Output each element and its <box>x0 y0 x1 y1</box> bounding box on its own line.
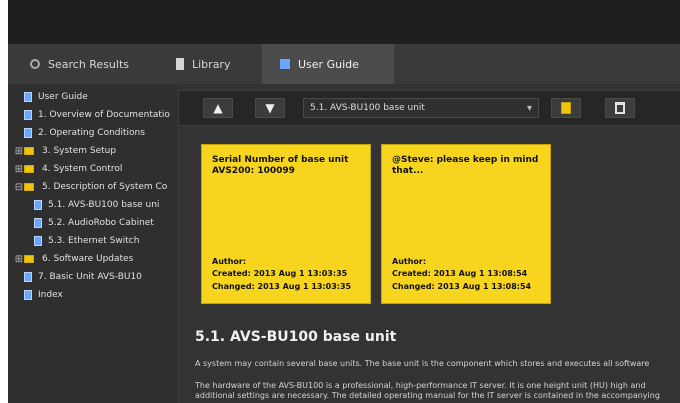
tree-item-label: 1. Overview of Documentatio <box>38 110 170 120</box>
note-created: Created: 2013 Aug 1 13:03:35 <box>212 269 348 279</box>
trash-icon <box>615 102 625 114</box>
tree-item-label: 5. Description of System Co <box>42 182 168 192</box>
tree-item-description-system[interactable]: ⊟ 5. Description of System Co <box>14 178 168 196</box>
tree-item-software-updates[interactable]: ⊞ 6. Software Updates <box>14 250 133 268</box>
tree-item-ethernet-switch[interactable]: 5.3. Ethernet Switch <box>34 232 139 250</box>
tree-item-label: User Guide <box>38 92 88 102</box>
note-author-label: Author: <box>392 256 427 266</box>
note-title: @Steve: please keep in mind that... <box>392 155 539 176</box>
document-icon <box>24 272 32 282</box>
main-content: ▲ ▼ 5.1. AVS-BU100 base unit ▾ Serial Nu… <box>179 84 680 403</box>
note-changed: Changed: 2013 Aug 1 13:03:35 <box>212 281 352 291</box>
bookmark-icon <box>561 102 571 114</box>
next-button[interactable]: ▼ <box>255 98 285 118</box>
document-icon <box>34 218 42 228</box>
tree-item-system-setup[interactable]: ⊞ 3. System Setup <box>14 142 116 160</box>
note-created: Created: 2013 Aug 1 13:08:54 <box>392 269 528 279</box>
document-icon <box>24 290 32 300</box>
tree-item-system-control[interactable]: ⊞ 4. System Control <box>14 160 123 178</box>
expand-icon[interactable]: ⊞ <box>14 254 24 265</box>
search-icon <box>30 59 40 69</box>
document-icon <box>24 92 32 102</box>
expand-icon[interactable]: ⊞ <box>14 146 24 157</box>
document-icon <box>24 128 32 138</box>
tree-item-overview[interactable]: 1. Overview of Documentatio <box>14 106 170 124</box>
note-author-label: Author: <box>212 256 247 266</box>
note-changed: Changed: 2013 Aug 1 13:08:54 <box>392 281 532 291</box>
tree-item-label: 2. Operating Conditions <box>38 128 145 138</box>
paragraph-3: additional settings are necessary. The d… <box>195 391 660 400</box>
tree-item-label: 5.2. AudioRobo Cabinet <box>48 218 154 228</box>
paragraph-2: The hardware of the AVS-BU100 is a profe… <box>195 381 646 390</box>
paragraph-1: A system may contain several base units.… <box>195 359 650 368</box>
tree-item-operating-conditions[interactable]: 2. Operating Conditions <box>14 124 145 142</box>
tree-item-index[interactable]: Index <box>14 286 63 304</box>
folder-icon <box>24 255 34 263</box>
chevron-down-icon: ▾ <box>526 103 532 114</box>
folder-icon <box>24 165 34 173</box>
document-icon <box>24 110 32 120</box>
note-meta: Author: Created: 2013 Aug 1 13:08:54 Cha… <box>392 256 531 293</box>
chapter-select[interactable]: 5.1. AVS-BU100 base unit ▾ <box>303 98 539 118</box>
tab-label: User Guide <box>298 57 359 71</box>
folder-icon <box>24 183 34 191</box>
tree-item-audiorobo-cabinet[interactable]: 5.2. AudioRobo Cabinet <box>34 214 154 232</box>
tree-item-label: 5.1. AVS-BU100 base uni <box>48 200 160 210</box>
tab-bar: Search Results Library User Guide <box>8 44 680 84</box>
tree-item-basic-unit[interactable]: 7. Basic Unit AVS-BU10 <box>14 268 142 286</box>
tree-item-label: 7. Basic Unit AVS-BU10 <box>38 272 142 282</box>
document-icon <box>34 236 42 246</box>
folder-icon <box>24 147 34 155</box>
tab-label: Search Results <box>48 57 130 71</box>
tree-item-label: 4. System Control <box>42 164 123 174</box>
previous-button[interactable]: ▲ <box>203 98 233 118</box>
chapter-select-value: 5.1. AVS-BU100 base unit <box>310 103 425 113</box>
tab-library[interactable]: Library <box>164 44 274 84</box>
tree-item-label: Index <box>38 290 63 300</box>
document-icon <box>34 200 42 210</box>
tab-search-results[interactable]: Search Results <box>18 44 175 84</box>
collapse-icon[interactable]: ⊟ <box>14 182 24 193</box>
expand-icon[interactable]: ⊞ <box>14 164 24 175</box>
note-meta: Author: Created: 2013 Aug 1 13:03:35 Cha… <box>212 256 351 293</box>
book-icon <box>176 58 184 70</box>
sticky-note-2[interactable]: @Steve: please keep in mind that... Auth… <box>381 144 551 304</box>
note-title: Serial Number of base unit AVS200: 10009… <box>212 155 349 176</box>
tree-item-label: 5.3. Ethernet Switch <box>48 236 140 246</box>
top-bar <box>8 0 680 44</box>
tree-item-label: 6. Software Updates <box>42 254 134 264</box>
tab-label: Library <box>192 57 231 71</box>
delete-button[interactable] <box>605 98 635 118</box>
tree-item-user-guide[interactable]: User Guide <box>14 88 88 106</box>
guide-icon <box>280 59 290 69</box>
app-window: Search Results Library User Guide User G… <box>8 0 680 403</box>
sticky-note-1[interactable]: Serial Number of base unit AVS200: 10009… <box>201 144 371 304</box>
content-toolbar: ▲ ▼ 5.1. AVS-BU100 base unit ▾ <box>179 90 680 126</box>
section-heading: 5.1. AVS-BU100 base unit <box>195 329 397 345</box>
down-arrow-icon: ▼ <box>265 101 275 115</box>
tab-user-guide[interactable]: User Guide <box>262 44 394 84</box>
up-arrow-icon: ▲ <box>213 101 223 115</box>
sidebar-tree: User Guide 1. Overview of Documentatio 2… <box>8 84 179 403</box>
tree-item-label: 3. System Setup <box>42 146 117 156</box>
tree-item-avs-bu100[interactable]: 5.1. AVS-BU100 base uni <box>34 196 159 214</box>
bookmark-button[interactable] <box>551 98 581 118</box>
